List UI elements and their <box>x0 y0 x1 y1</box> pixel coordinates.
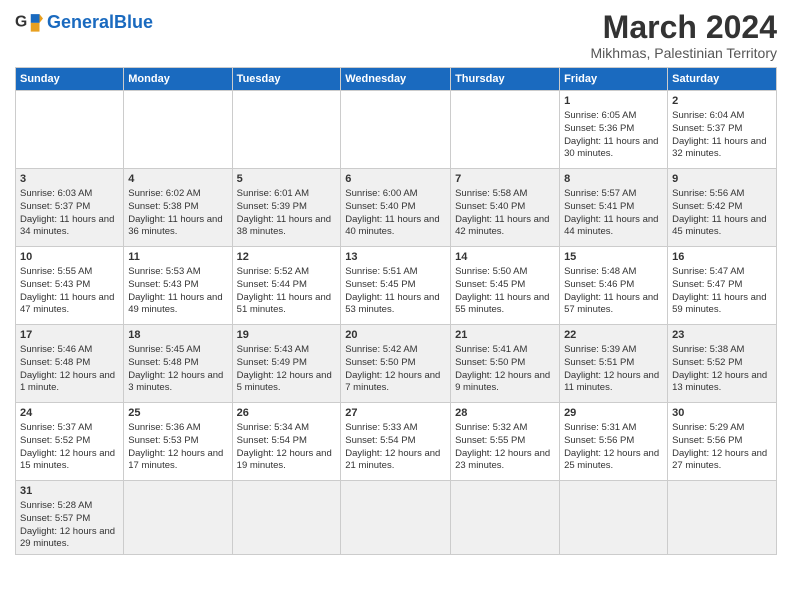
day-number: 15 <box>564 250 663 265</box>
calendar-cell: 28Sunrise: 5:32 AMSunset: 5:55 PMDayligh… <box>451 403 560 481</box>
day-number: 2 <box>672 94 772 109</box>
calendar-week-row: 17Sunrise: 5:46 AMSunset: 5:48 PMDayligh… <box>16 325 777 403</box>
calendar-cell: 26Sunrise: 5:34 AMSunset: 5:54 PMDayligh… <box>232 403 341 481</box>
calendar-cell: 10Sunrise: 5:55 AMSunset: 5:43 PMDayligh… <box>16 247 124 325</box>
calendar-cell: 17Sunrise: 5:46 AMSunset: 5:48 PMDayligh… <box>16 325 124 403</box>
calendar-cell: 16Sunrise: 5:47 AMSunset: 5:47 PMDayligh… <box>668 247 777 325</box>
day-number: 11 <box>128 250 227 265</box>
calendar-cell <box>668 481 777 555</box>
calendar-cell: 30Sunrise: 5:29 AMSunset: 5:56 PMDayligh… <box>668 403 777 481</box>
calendar-cell: 27Sunrise: 5:33 AMSunset: 5:54 PMDayligh… <box>341 403 451 481</box>
day-number: 19 <box>237 328 337 343</box>
weekday-header-saturday: Saturday <box>668 68 777 91</box>
day-number: 25 <box>128 406 227 421</box>
logo-text: GeneralBlue <box>47 13 153 31</box>
calendar-cell <box>451 91 560 169</box>
calendar-cell: 5Sunrise: 6:01 AMSunset: 5:39 PMDaylight… <box>232 169 341 247</box>
logo-icon: G <box>15 10 43 34</box>
calendar-cell: 1Sunrise: 6:05 AMSunset: 5:36 PMDaylight… <box>560 91 668 169</box>
day-number: 28 <box>455 406 555 421</box>
calendar-cell: 24Sunrise: 5:37 AMSunset: 5:52 PMDayligh… <box>16 403 124 481</box>
calendar-cell: 22Sunrise: 5:39 AMSunset: 5:51 PMDayligh… <box>560 325 668 403</box>
calendar-week-row: 24Sunrise: 5:37 AMSunset: 5:52 PMDayligh… <box>16 403 777 481</box>
day-number: 24 <box>20 406 119 421</box>
calendar-week-row: 10Sunrise: 5:55 AMSunset: 5:43 PMDayligh… <box>16 247 777 325</box>
day-number: 12 <box>237 250 337 265</box>
calendar-cell: 4Sunrise: 6:02 AMSunset: 5:38 PMDaylight… <box>124 169 232 247</box>
day-number: 1 <box>564 94 663 109</box>
calendar-cell: 6Sunrise: 6:00 AMSunset: 5:40 PMDaylight… <box>341 169 451 247</box>
day-number: 5 <box>237 172 337 187</box>
day-number: 31 <box>20 484 119 499</box>
calendar-cell: 18Sunrise: 5:45 AMSunset: 5:48 PMDayligh… <box>124 325 232 403</box>
calendar-cell: 2Sunrise: 6:04 AMSunset: 5:37 PMDaylight… <box>668 91 777 169</box>
subtitle: Mikhmas, Palestinian Territory <box>591 45 777 61</box>
logo: G GeneralBlue <box>15 10 153 34</box>
calendar-cell: 7Sunrise: 5:58 AMSunset: 5:40 PMDaylight… <box>451 169 560 247</box>
calendar-week-row: 31Sunrise: 5:28 AMSunset: 5:57 PMDayligh… <box>16 481 777 555</box>
calendar-cell: 20Sunrise: 5:42 AMSunset: 5:50 PMDayligh… <box>341 325 451 403</box>
calendar-cell <box>124 91 232 169</box>
day-number: 26 <box>237 406 337 421</box>
calendar-cell: 14Sunrise: 5:50 AMSunset: 5:45 PMDayligh… <box>451 247 560 325</box>
calendar-cell: 11Sunrise: 5:53 AMSunset: 5:43 PMDayligh… <box>124 247 232 325</box>
calendar-cell: 31Sunrise: 5:28 AMSunset: 5:57 PMDayligh… <box>16 481 124 555</box>
day-number: 23 <box>672 328 772 343</box>
day-number: 18 <box>128 328 227 343</box>
calendar-cell <box>232 91 341 169</box>
day-number: 29 <box>564 406 663 421</box>
weekday-header-friday: Friday <box>560 68 668 91</box>
calendar-cell <box>232 481 341 555</box>
calendar-cell: 12Sunrise: 5:52 AMSunset: 5:44 PMDayligh… <box>232 247 341 325</box>
day-number: 27 <box>345 406 446 421</box>
calendar-table: SundayMondayTuesdayWednesdayThursdayFrid… <box>15 67 777 555</box>
calendar-cell: 9Sunrise: 5:56 AMSunset: 5:42 PMDaylight… <box>668 169 777 247</box>
day-number: 13 <box>345 250 446 265</box>
logo-general: General <box>47 12 114 32</box>
calendar-cell <box>341 91 451 169</box>
calendar-cell: 3Sunrise: 6:03 AMSunset: 5:37 PMDaylight… <box>16 169 124 247</box>
day-number: 3 <box>20 172 119 187</box>
calendar-cell: 13Sunrise: 5:51 AMSunset: 5:45 PMDayligh… <box>341 247 451 325</box>
calendar-cell: 15Sunrise: 5:48 AMSunset: 5:46 PMDayligh… <box>560 247 668 325</box>
day-number: 30 <box>672 406 772 421</box>
day-number: 6 <box>345 172 446 187</box>
weekday-header-tuesday: Tuesday <box>232 68 341 91</box>
day-number: 4 <box>128 172 227 187</box>
day-number: 9 <box>672 172 772 187</box>
calendar-week-row: 1Sunrise: 6:05 AMSunset: 5:36 PMDaylight… <box>16 91 777 169</box>
calendar-cell: 25Sunrise: 5:36 AMSunset: 5:53 PMDayligh… <box>124 403 232 481</box>
calendar-cell: 19Sunrise: 5:43 AMSunset: 5:49 PMDayligh… <box>232 325 341 403</box>
day-number: 10 <box>20 250 119 265</box>
day-number: 21 <box>455 328 555 343</box>
calendar-cell <box>16 91 124 169</box>
weekday-header-row: SundayMondayTuesdayWednesdayThursdayFrid… <box>16 68 777 91</box>
calendar-cell <box>341 481 451 555</box>
calendar-week-row: 3Sunrise: 6:03 AMSunset: 5:37 PMDaylight… <box>16 169 777 247</box>
calendar-cell <box>560 481 668 555</box>
weekday-header-sunday: Sunday <box>16 68 124 91</box>
weekday-header-wednesday: Wednesday <box>341 68 451 91</box>
calendar-cell: 8Sunrise: 5:57 AMSunset: 5:41 PMDaylight… <box>560 169 668 247</box>
title-block: March 2024 Mikhmas, Palestinian Territor… <box>591 10 777 61</box>
calendar-cell <box>451 481 560 555</box>
day-number: 8 <box>564 172 663 187</box>
logo-blue: Blue <box>114 12 153 32</box>
calendar-cell: 23Sunrise: 5:38 AMSunset: 5:52 PMDayligh… <box>668 325 777 403</box>
weekday-header-monday: Monday <box>124 68 232 91</box>
calendar-cell <box>124 481 232 555</box>
main-title: March 2024 <box>591 10 777 45</box>
day-number: 17 <box>20 328 119 343</box>
weekday-header-thursday: Thursday <box>451 68 560 91</box>
page-header: G GeneralBlue March 2024 Mikhmas, Palest… <box>15 10 777 61</box>
day-number: 7 <box>455 172 555 187</box>
day-number: 16 <box>672 250 772 265</box>
svg-text:G: G <box>15 13 27 30</box>
day-number: 20 <box>345 328 446 343</box>
day-number: 14 <box>455 250 555 265</box>
day-number: 22 <box>564 328 663 343</box>
calendar-cell: 29Sunrise: 5:31 AMSunset: 5:56 PMDayligh… <box>560 403 668 481</box>
calendar-cell: 21Sunrise: 5:41 AMSunset: 5:50 PMDayligh… <box>451 325 560 403</box>
